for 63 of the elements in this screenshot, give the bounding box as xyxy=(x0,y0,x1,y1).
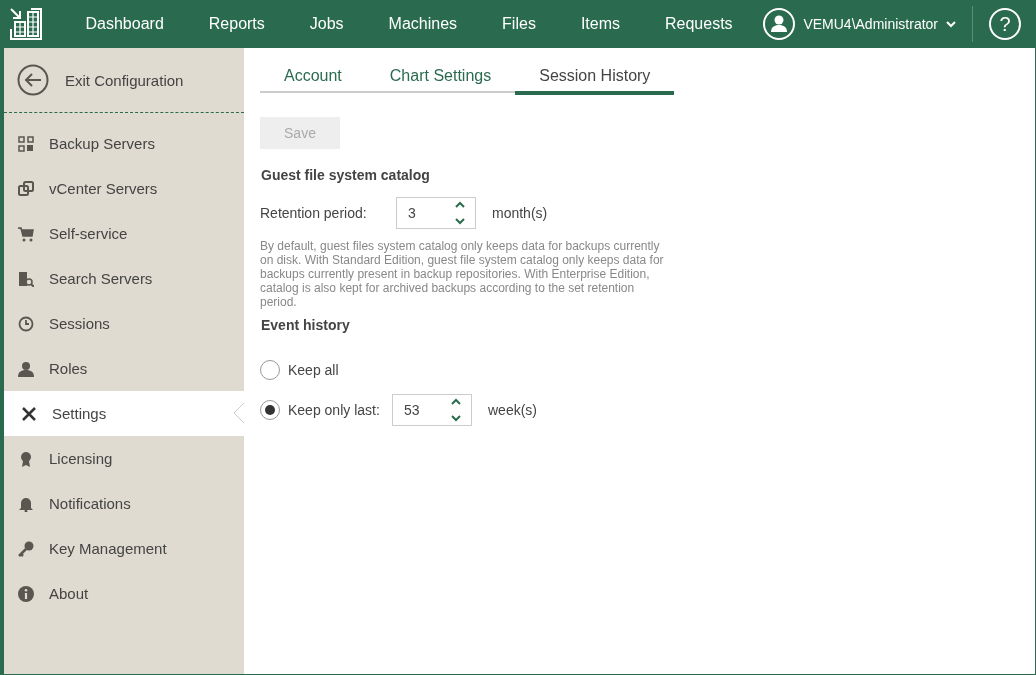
bell-icon xyxy=(18,495,34,512)
tab[interactable]: Account xyxy=(260,62,366,93)
sidebar-item[interactable]: Settings xyxy=(1,391,244,436)
sidebar-label: Settings xyxy=(52,405,107,422)
nav-link[interactable]: Files xyxy=(479,15,559,33)
unit-label: month(s) xyxy=(492,205,548,221)
key-icon xyxy=(18,540,34,557)
sidebar-label: Search Servers xyxy=(49,270,153,287)
sidebar-label: Sessions xyxy=(49,315,110,332)
user-avatar-icon[interactable] xyxy=(763,8,796,40)
sidebar-item[interactable]: Sessions xyxy=(4,301,244,346)
user-menu[interactable]: VEMU4\Administrator xyxy=(803,16,938,32)
sidebar-item[interactable]: Search Servers xyxy=(4,256,244,301)
clock-icon xyxy=(18,315,34,332)
exit-configuration-link[interactable]: Exit Configuration xyxy=(65,71,184,89)
section-heading: Guest file system catalog xyxy=(261,167,431,183)
award-icon xyxy=(18,450,34,467)
spinner-arrows-icon[interactable] xyxy=(454,200,466,226)
section-heading: Event history xyxy=(261,317,351,333)
document-search-icon xyxy=(18,270,34,287)
tab[interactable]: Session History xyxy=(515,62,675,95)
sidebar-label: vCenter Servers xyxy=(49,180,158,197)
sidebar-label: Backup Servers xyxy=(49,135,155,152)
sidebar-label: Self-service xyxy=(49,225,128,242)
sidebar-item[interactable]: Roles xyxy=(4,346,244,391)
nav-link[interactable]: Machines xyxy=(366,15,480,33)
unit-label: week(s) xyxy=(488,402,537,418)
radio-label: Keep all xyxy=(288,362,339,378)
nav-link[interactable]: Requests xyxy=(642,15,756,33)
person-icon xyxy=(18,360,34,377)
help-text: By default, guest files system catalog only keeps data for backups currently on disk. With Standard Edition, guest file system catalog only keeps data for backups currently present in backup repositories. With Enterprise Edition, catalog is also kept for archived backups according to the set retention period. xyxy=(260,239,665,309)
logo-icon xyxy=(9,7,43,41)
spinner-value: 3 xyxy=(408,205,416,221)
field-label: Retention period: xyxy=(260,205,368,221)
spinner-value: 53 xyxy=(404,402,420,418)
sidebar-item[interactable]: About xyxy=(4,571,244,616)
sidebar-label: Notifications xyxy=(49,495,131,512)
sidebar-label: Roles xyxy=(49,360,88,377)
sidebar-item[interactable]: Notifications xyxy=(4,481,244,526)
radio-label: Keep only last: xyxy=(288,402,381,418)
help-button[interactable]: ? xyxy=(989,8,1021,40)
info-icon xyxy=(18,585,34,602)
sidebar-item[interactable]: Self-service xyxy=(4,211,244,256)
sidebar-item[interactable]: Backup Servers xyxy=(4,121,244,166)
spinner-arrows-icon[interactable] xyxy=(450,397,462,423)
sidebar-label: Key Management xyxy=(49,540,167,557)
number-spinner-field[interactable]: 53 xyxy=(392,394,472,426)
nav-link[interactable]: Reports xyxy=(186,15,288,33)
overlapping-squares-icon xyxy=(18,180,34,197)
caret-icon[interactable] xyxy=(946,20,956,28)
nav-link[interactable]: Items xyxy=(558,15,643,33)
sidebar-item[interactable]: Licensing xyxy=(4,436,244,481)
cart-icon xyxy=(18,225,34,242)
nav-link[interactable]: Jobs xyxy=(287,15,367,33)
selection-notch xyxy=(233,403,244,423)
sidebar-item[interactable]: Key Management xyxy=(4,526,244,571)
nav-link[interactable]: Dashboard xyxy=(63,15,187,33)
sidebar-label: Licensing xyxy=(49,450,113,467)
tab[interactable]: Chart Settings xyxy=(365,62,516,93)
sidebar-item[interactable]: vCenter Servers xyxy=(4,166,244,211)
number-spinner-field[interactable]: 3 xyxy=(396,197,476,229)
server-grid-icon xyxy=(18,135,34,152)
sidebar-label: About xyxy=(49,585,89,602)
